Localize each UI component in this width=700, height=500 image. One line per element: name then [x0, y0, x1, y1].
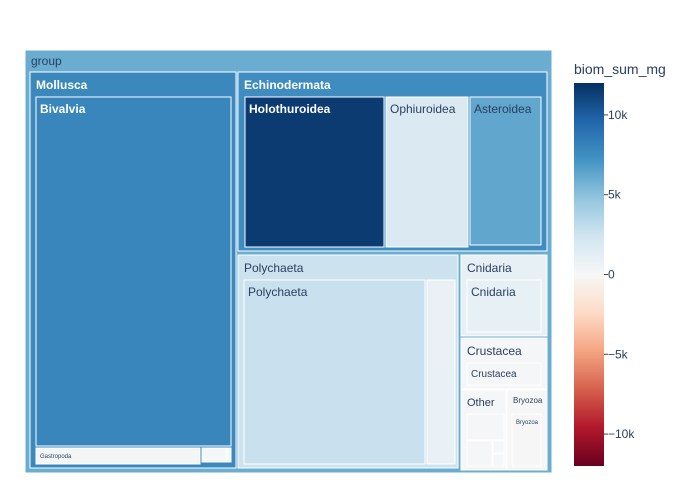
treemap-label-polychaeta: Polychaeta	[244, 261, 304, 275]
treemap-tile-echinodermata-holothuroidea	[244, 96, 385, 248]
treemap-label-polychaeta-polychaeta: Polychaeta	[248, 285, 308, 299]
colorbar-title: biom_sum_mg	[574, 61, 666, 77]
treemap-chart: group Mollusca Bivalvia Gastropoda Echinoder…	[24, 49, 666, 474]
colorbar-tick-label: 5k	[608, 188, 622, 202]
treemap-tile-polychaeta-polychaeta	[243, 279, 426, 465]
treemap-tile-other-other-sub-3	[492, 453, 505, 467]
treemap-label-echinodermata-holothuroidea: Holothuroidea	[249, 102, 331, 116]
treemap-label-bryozoa-bryozoa: Bryozoa	[516, 420, 539, 426]
treemap-label-cnidaria-cnidaria: Cnidaria	[471, 285, 516, 299]
treemap-tile-other-other-sub-2	[492, 440, 505, 454]
treemap-label-cnidaria: Cnidaria	[467, 261, 512, 275]
treemap-tile-mollusca-bivalvia	[35, 96, 232, 447]
treemap-tile-mollusca-mollusca-sub-3	[226, 447, 232, 463]
colorbar-tick-label: −5k	[608, 347, 629, 361]
treemap-tile-polychaeta-polychaeta-sub-1	[426, 279, 456, 465]
treemap-label-other: Other	[467, 397, 495, 409]
treemap-label-crustacea: Crustacea	[467, 344, 522, 358]
colorbar: biom_sum_mg 10k 5k 0 −5k −10k	[574, 61, 666, 466]
colorbar-gradient	[574, 83, 604, 466]
treemap-label-bryozoa: Bryozoa	[513, 396, 543, 405]
treemap-label-mollusca: Mollusca	[36, 78, 88, 92]
colorbar-tick-label: 10k	[608, 108, 628, 122]
colorbar-tick-label: −10k	[608, 427, 635, 441]
treemap-label-echinodermata-ophiuroidea: Ophiuroidea	[390, 102, 456, 116]
treemap-tile-echinodermata-ophiuroidea	[385, 96, 469, 248]
treemap-tile-other-other-sub-0	[466, 413, 505, 441]
treemap-label-mollusca-gastropoda: Gastropoda	[40, 454, 72, 460]
treemap-root-label: group	[31, 54, 62, 68]
colorbar-tick-label: 0	[608, 268, 615, 282]
treemap-tile-other-other-sub-1	[466, 440, 493, 467]
treemap-label-echinodermata-asteroidea: Asteroidea	[474, 102, 532, 116]
treemap-plot-area: group Mollusca Bivalvia Gastropoda Echinoder…	[24, 49, 553, 474]
treemap-label-crustacea-crustacea: Crustacea	[471, 369, 517, 380]
treemap-label-echinodermata: Echinodermata	[244, 78, 331, 92]
treemap-tile-mollusca-mollusca-sub-2	[201, 447, 227, 463]
treemap-tile-echinodermata-asteroidea	[469, 96, 542, 246]
treemap-label-mollusca-bivalvia: Bivalvia	[40, 102, 86, 116]
